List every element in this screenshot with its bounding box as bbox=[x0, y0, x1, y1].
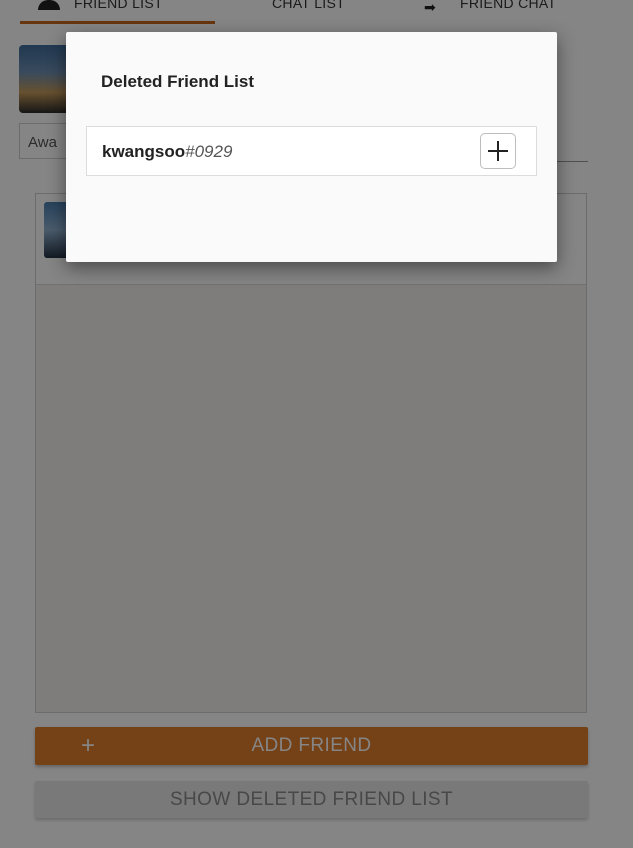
deleted-friend-item: kwangsoo#0929 bbox=[86, 126, 537, 176]
dialog-title: Deleted Friend List bbox=[101, 72, 255, 91]
friend-tag: #0929 bbox=[185, 142, 233, 161]
deleted-friends-dialog: Deleted Friend List kwangsoo#0929 bbox=[66, 32, 557, 262]
plus-icon bbox=[488, 141, 508, 161]
deleted-friend-name: kwangsoo#0929 bbox=[102, 142, 232, 162]
restore-friend-button[interactable] bbox=[480, 133, 516, 169]
friend-username: kwangsoo bbox=[102, 142, 186, 161]
